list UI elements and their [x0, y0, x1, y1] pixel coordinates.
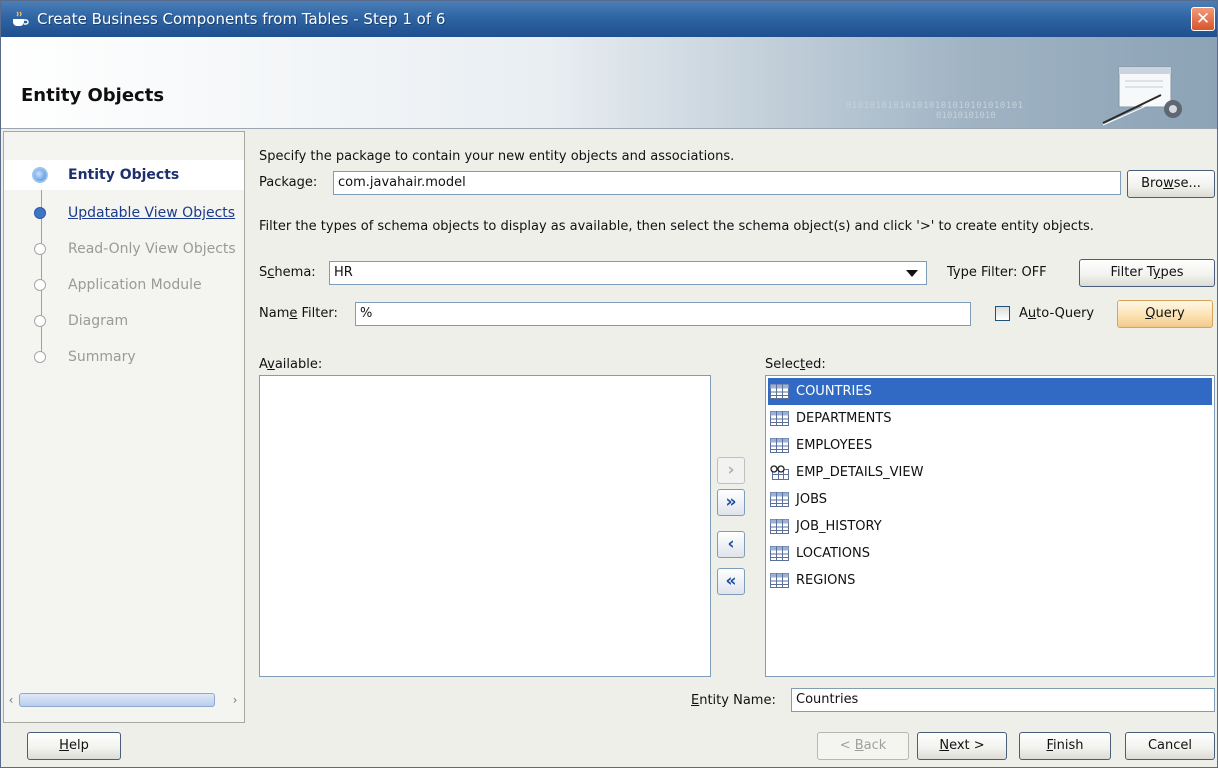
- list-item[interactable]: JOBS: [768, 486, 1212, 513]
- add-all-button[interactable]: »: [717, 489, 745, 516]
- nav-step-diagram: Diagram: [4, 306, 244, 336]
- binary-decoration-2: 01010101010: [936, 111, 996, 121]
- schema-label: Schema:: [259, 265, 316, 280]
- table-icon: [770, 546, 789, 561]
- table-icon: [770, 411, 789, 426]
- title-bar[interactable]: Create Business Components from Tables -…: [1, 1, 1217, 37]
- scroll-right-icon[interactable]: ›: [229, 693, 241, 707]
- add-selected-button[interactable]: ›: [717, 457, 745, 484]
- package-instruction: Specify the package to contain your new …: [259, 149, 735, 164]
- wizard-step-nav: Entity Objects Updatable View Objects Re…: [3, 131, 245, 723]
- nav-step-read-only-view-objects: Read-Only View Objects: [4, 234, 244, 264]
- view-icon: [770, 465, 789, 480]
- entity-name-input[interactable]: Countries: [791, 688, 1215, 712]
- finish-button[interactable]: Finish: [1019, 732, 1111, 760]
- table-icon: [770, 384, 789, 399]
- available-list[interactable]: [259, 375, 711, 677]
- step-icon: [34, 207, 46, 219]
- step-icon: [34, 315, 46, 327]
- table-icon: [770, 573, 789, 588]
- list-item[interactable]: COUNTRIES: [768, 378, 1212, 405]
- chevron-down-icon: [906, 270, 918, 277]
- cancel-button[interactable]: Cancel: [1125, 732, 1215, 760]
- nav-step-entity-objects[interactable]: Entity Objects: [4, 160, 244, 190]
- list-item[interactable]: REGIONS: [768, 567, 1212, 594]
- package-label: Package:: [259, 175, 318, 190]
- window-title: Create Business Components from Tables -…: [37, 10, 446, 28]
- auto-query-label[interactable]: Auto-Query: [1019, 306, 1094, 321]
- table-icon: [770, 519, 789, 534]
- step-icon: [34, 351, 46, 363]
- available-label: Available:: [259, 357, 323, 372]
- close-button[interactable]: ✕: [1191, 7, 1215, 31]
- entity-name-label: Entity Name:: [691, 693, 776, 708]
- next-button[interactable]: Next >: [917, 732, 1007, 760]
- list-item[interactable]: LOCATIONS: [768, 540, 1212, 567]
- binary-decoration: 010101010101010101010101010101: [846, 101, 1024, 111]
- list-item[interactable]: EMP_DETAILS_VIEW: [768, 459, 1212, 486]
- page-heading: Entity Objects: [21, 85, 165, 106]
- step-icon: [34, 279, 46, 291]
- auto-query-checkbox[interactable]: [995, 306, 1010, 321]
- filter-instruction: Filter the types of schema objects to di…: [259, 219, 1094, 234]
- wizard-header: Entity Objects 0101010101010101010101010…: [1, 37, 1217, 129]
- name-filter-label: Name Filter:: [259, 306, 338, 321]
- wizard-banner-icon: [1102, 66, 1182, 126]
- chevron-right-icon: ›: [727, 460, 735, 480]
- close-icon: ✕: [1195, 9, 1211, 29]
- selected-list[interactable]: COUNTRIES DEPARTMENTS EMPLOYEES EMP_DETA…: [765, 375, 1215, 677]
- query-button[interactable]: Query: [1117, 300, 1213, 328]
- current-step-icon: [32, 167, 48, 183]
- selected-label: Selected:: [765, 357, 826, 372]
- scrollbar-thumb[interactable]: [19, 693, 215, 707]
- table-icon: [770, 438, 789, 453]
- list-item[interactable]: JOB_HISTORY: [768, 513, 1212, 540]
- step-icon: [34, 243, 46, 255]
- nav-step-updatable-view-objects[interactable]: Updatable View Objects: [4, 198, 244, 228]
- help-button[interactable]: Help: [27, 732, 121, 760]
- nav-step-application-module: Application Module: [4, 270, 244, 300]
- table-icon: [770, 492, 789, 507]
- browse-button[interactable]: Browse...: [1127, 170, 1215, 198]
- wizard-dialog: Create Business Components from Tables -…: [0, 0, 1218, 768]
- list-item[interactable]: DEPARTMENTS: [768, 405, 1212, 432]
- coffee-cup-icon: [13, 11, 29, 26]
- list-item[interactable]: EMPLOYEES: [768, 432, 1212, 459]
- filter-types-button[interactable]: Filter Types: [1079, 259, 1215, 287]
- nav-step-summary: Summary: [4, 342, 244, 372]
- chevron-left-icon: ‹: [727, 534, 735, 554]
- name-filter-input[interactable]: %: [355, 302, 971, 326]
- nav-horizontal-scrollbar[interactable]: ‹ ›: [3, 691, 243, 709]
- double-chevron-left-icon: «: [725, 571, 737, 591]
- schema-select[interactable]: HR: [329, 261, 927, 285]
- remove-selected-button[interactable]: ‹: [717, 531, 745, 558]
- scroll-left-icon[interactable]: ‹: [5, 693, 17, 707]
- package-input[interactable]: com.javahair.model: [333, 171, 1121, 195]
- double-chevron-right-icon: »: [725, 492, 737, 512]
- type-filter-status: Type Filter: OFF: [947, 265, 1047, 280]
- back-button: < Back: [817, 732, 909, 760]
- remove-all-button[interactable]: «: [717, 568, 745, 595]
